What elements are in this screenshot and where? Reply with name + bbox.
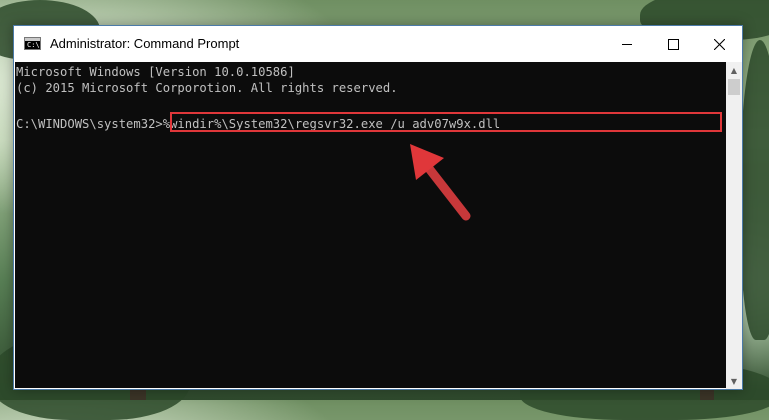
- close-icon: [713, 38, 725, 50]
- minimize-button[interactable]: [604, 26, 650, 62]
- close-button[interactable]: [696, 26, 742, 62]
- console-prompt: C:\WINDOWS\system32>: [16, 117, 163, 131]
- command-prompt-window: C:\ Administrator: Command Prompt Micros…: [13, 25, 743, 390]
- command-highlight-box: [170, 112, 722, 132]
- window-title: Administrator: Command Prompt: [50, 36, 240, 51]
- minimize-icon: [622, 43, 632, 45]
- scroll-up-icon[interactable]: ▲: [726, 62, 742, 78]
- title-bar[interactable]: C:\ Administrator: Command Prompt: [14, 26, 742, 62]
- console-line-copyright: (c) 2015 Microsoft Corporotion. All righ…: [16, 81, 398, 95]
- console-line-version: Microsoft Windows [Version 10.0.10586]: [16, 65, 295, 79]
- scroll-down-icon[interactable]: ▼: [726, 373, 742, 389]
- maximize-icon: [667, 38, 679, 50]
- scrollbar-thumb[interactable]: [728, 79, 740, 95]
- vertical-scrollbar[interactable]: ▲ ▼: [726, 62, 742, 389]
- red-arrow-icon: [410, 144, 471, 221]
- console-output[interactable]: Microsoft Windows [Version 10.0.10586] (…: [15, 62, 726, 388]
- maximize-button[interactable]: [650, 26, 696, 62]
- cmd-icon[interactable]: C:\: [24, 37, 41, 50]
